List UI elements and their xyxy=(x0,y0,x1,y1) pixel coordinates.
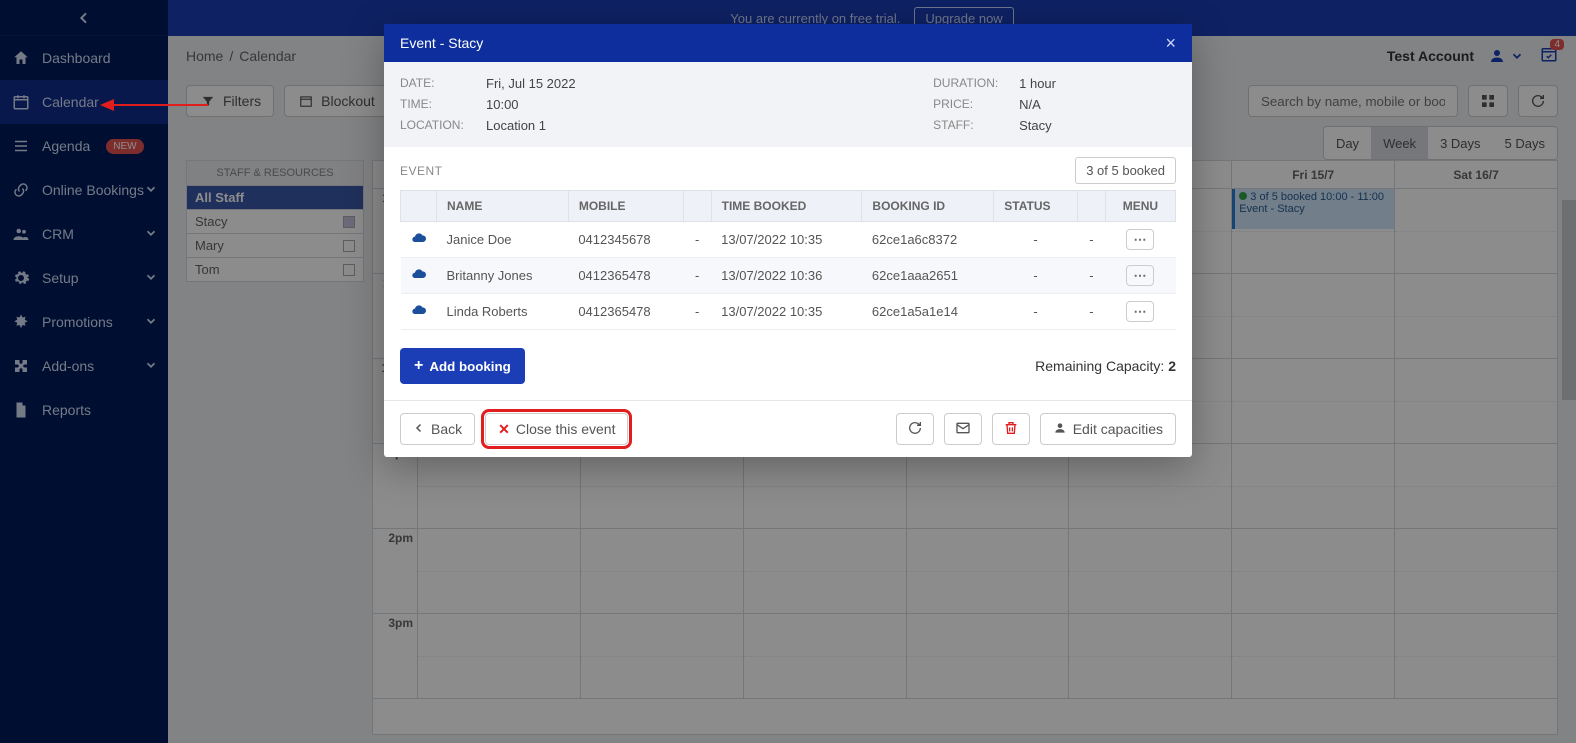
delete-button[interactable] xyxy=(992,413,1030,445)
value-date: Fri, Jul 15 2022 xyxy=(486,76,576,91)
label-staff: STAFF: xyxy=(933,118,1011,133)
envelope-icon xyxy=(955,420,971,439)
modal-actions: + Add booking Remaining Capacity: 2 xyxy=(384,344,1192,400)
value-staff: Stacy xyxy=(1019,118,1056,133)
col-status: STATUS xyxy=(994,191,1078,222)
value-duration: 1 hour xyxy=(1019,76,1056,91)
value-time: 10:00 xyxy=(486,97,576,112)
label-price: PRICE: xyxy=(933,97,1011,112)
table-row: Janice Doe 0412345678 - 13/07/2022 10:35… xyxy=(401,222,1176,258)
modal-close-button[interactable]: × xyxy=(1165,33,1176,54)
modal-footer: Back ✕ Close this event Edit capacities xyxy=(384,400,1192,457)
booked-pill: 3 of 5 booked xyxy=(1075,157,1176,184)
cloud-icon xyxy=(411,270,427,285)
row-menu-button[interactable]: ⋯ xyxy=(1126,301,1154,322)
refresh-icon xyxy=(907,420,923,439)
event-section: EVENT 3 of 5 booked NAME MOBILE TIME BOO… xyxy=(384,147,1192,344)
close-x-icon: ✕ xyxy=(498,421,510,438)
label-time: TIME: xyxy=(400,97,478,112)
row-menu-button[interactable]: ⋯ xyxy=(1126,229,1154,250)
label-duration: DURATION: xyxy=(933,76,1011,91)
cloud-icon xyxy=(411,306,427,321)
refresh-button[interactable] xyxy=(896,413,934,445)
section-label: EVENT xyxy=(400,164,443,178)
modal-title: Event - Stacy xyxy=(400,35,483,51)
edit-capacities-button[interactable]: Edit capacities xyxy=(1040,413,1176,445)
col-menu: MENU xyxy=(1105,191,1175,222)
cloud-icon xyxy=(411,234,427,249)
email-button[interactable] xyxy=(944,413,982,445)
trash-icon xyxy=(1003,420,1019,439)
close-event-button[interactable]: ✕ Close this event xyxy=(485,413,628,445)
plus-icon: + xyxy=(414,357,423,375)
remaining-capacity-text: Remaining Capacity: 2 xyxy=(1035,358,1176,374)
col-time: TIME BOOKED xyxy=(711,191,862,222)
col-mobile: MOBILE xyxy=(568,191,683,222)
bookings-table: NAME MOBILE TIME BOOKED BOOKING ID STATU… xyxy=(400,190,1176,330)
col-name: NAME xyxy=(437,191,569,222)
table-row: Britanny Jones 0412365478 - 13/07/2022 1… xyxy=(401,258,1176,294)
close-icon: × xyxy=(1165,33,1176,53)
label-location: LOCATION: xyxy=(400,118,478,133)
modal-header: Event - Stacy × xyxy=(384,24,1192,62)
add-booking-button[interactable]: + Add booking xyxy=(400,348,525,384)
table-row: Linda Roberts 0412365478 - 13/07/2022 10… xyxy=(401,294,1176,330)
modal-info: DATE: Fri, Jul 15 2022 TIME: 10:00 LOCATIO… xyxy=(384,62,1192,147)
person-icon xyxy=(1053,421,1067,438)
event-modal: Event - Stacy × DATE: Fri, Jul 15 2022 TI… xyxy=(384,24,1192,457)
col-bid: BOOKING ID xyxy=(862,191,994,222)
row-menu-button[interactable]: ⋯ xyxy=(1126,265,1154,286)
value-location: Location 1 xyxy=(486,118,576,133)
back-button[interactable]: Back xyxy=(400,413,475,445)
value-price: N/A xyxy=(1019,97,1056,112)
chevron-left-icon xyxy=(413,421,425,437)
label-date: DATE: xyxy=(400,76,478,91)
